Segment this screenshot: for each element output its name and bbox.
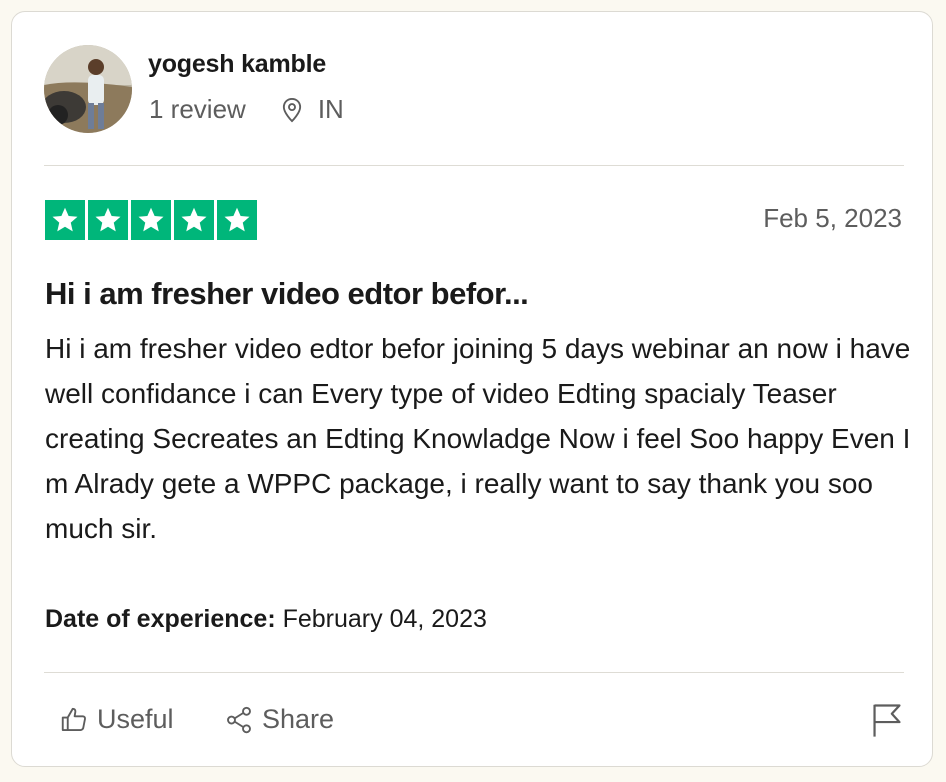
useful-button[interactable]: Useful <box>59 704 174 735</box>
share-icon <box>227 706 251 733</box>
share-button[interactable]: Share <box>224 704 334 735</box>
share-label: Share <box>262 704 335 734</box>
avatar[interactable] <box>44 45 132 133</box>
star-rating <box>45 200 257 240</box>
experience-label: Date of experience: <box>45 605 276 633</box>
star-icon <box>131 200 171 240</box>
review-title[interactable]: Hi i am fresher video edtor befor... <box>45 276 529 312</box>
divider <box>44 672 904 673</box>
date-of-experience: Date of experience: February 04, 2023 <box>45 605 487 634</box>
review-card: yogesh kamble 1 review IN Feb 5, 2023 Hi… <box>11 11 933 767</box>
reviewer-location: IN <box>278 94 344 125</box>
review-date: Feb 5, 2023 <box>763 203 902 233</box>
thumbs-up-icon <box>61 707 86 731</box>
star-icon <box>45 200 85 240</box>
star-icon <box>217 200 257 240</box>
avatar-photo <box>44 45 132 133</box>
useful-label: Useful <box>97 704 174 734</box>
reviewer-meta: 1 review IN <box>149 94 344 125</box>
location-pin-icon <box>282 97 301 122</box>
review-count: 1 review <box>149 94 246 124</box>
experience-date: February 04, 2023 <box>282 605 487 633</box>
star-icon <box>88 200 128 240</box>
flag-icon[interactable] <box>870 702 904 738</box>
country-code: IN <box>317 94 344 124</box>
star-icon <box>174 200 214 240</box>
review-body: Hi i am fresher video edtor befor joinin… <box>45 333 911 544</box>
reviewer-name[interactable]: yogesh kamble <box>148 50 326 79</box>
divider <box>44 165 904 166</box>
